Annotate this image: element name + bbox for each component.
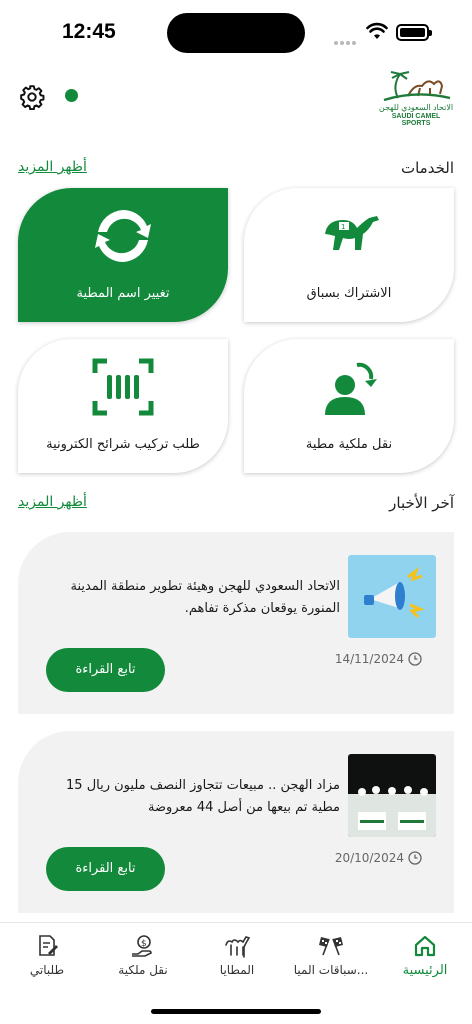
status-time: 12:45 — [62, 20, 116, 43]
tab-label: طلباتي — [29, 963, 65, 977]
chip-scan-icon — [92, 358, 154, 416]
services-more-link[interactable]: أظهر المزيد — [18, 159, 87, 175]
service-label: تغيير اسم المطية — [76, 286, 170, 301]
read-more-button[interactable]: تابع القراءة — [46, 648, 165, 692]
tab-ownership-transfer[interactable]: $ نقل ملكية — [96, 933, 190, 977]
tab-label: نقل ملكية — [118, 963, 168, 977]
service-card-electronic-chips[interactable]: طلب تركيب شرائح الكترونية — [18, 339, 228, 473]
svg-text:$: $ — [141, 939, 147, 949]
home-indicator — [151, 1009, 321, 1014]
tab-races[interactable]: سباقات الميا... — [284, 933, 378, 977]
read-more-button[interactable]: تابع القراءة — [46, 847, 165, 891]
news-card[interactable]: مزاد الهجن .. مبيعات تتجاوز النصف مليون … — [18, 731, 454, 913]
news-date-text: 20/10/2024 — [334, 851, 404, 865]
news-title: آخر الأخبار — [389, 494, 454, 512]
news-thumbnail-auction — [348, 754, 436, 837]
money-hand-icon: $ — [132, 935, 152, 957]
tab-label: الرئيسية — [402, 963, 448, 978]
home-icon — [414, 935, 436, 957]
news-headline: الاتحاد السعودي للهجن وهيئة تطوير منطقة … — [70, 579, 340, 616]
news-thumbnail-megaphone — [348, 555, 436, 638]
service-label: الاشتراك بسباق — [306, 286, 392, 301]
tab-my-requests[interactable]: طلباتي — [0, 933, 94, 977]
refresh-icon — [95, 210, 151, 262]
tab-camels[interactable]: المطايا — [190, 933, 284, 977]
signal-icon — [334, 30, 358, 49]
service-card-join-race[interactable]: 1 الاشتراك بسباق — [244, 188, 454, 322]
news-card[interactable]: الاتحاد السعودي للهجن وهيئة تطوير منطقة … — [18, 532, 454, 714]
wifi-icon — [366, 22, 388, 39]
tab-label: المطايا — [219, 963, 255, 977]
saudi-camel-sports-logo: الاتحاد السعودي للهجن SAUDI CAMEL SPORTS — [378, 68, 454, 127]
document-edit-icon — [39, 935, 58, 956]
logo-english-text: SAUDI CAMEL SPORTS — [391, 113, 441, 127]
service-label: نقل ملكية مطية — [305, 437, 393, 452]
settings-gear-icon[interactable] — [19, 84, 45, 110]
service-card-transfer-ownership[interactable]: نقل ملكية مطية — [244, 339, 454, 473]
news-date: 14/11/2024 — [335, 652, 422, 666]
camel-racing-icon: 1 — [325, 216, 379, 250]
race-flags-icon — [319, 937, 343, 956]
clock-icon — [408, 652, 422, 666]
logo-arabic-text: الاتحاد السعودي للهجن — [378, 103, 454, 112]
services-title: الخدمات — [400, 159, 454, 177]
svg-text:1: 1 — [341, 223, 345, 231]
dynamic-island — [167, 13, 305, 53]
user-transfer-icon — [325, 362, 377, 415]
battery-icon — [396, 24, 432, 41]
status-dot — [65, 89, 78, 102]
service-card-change-name[interactable]: تغيير اسم المطية — [18, 188, 228, 322]
news-date-text: 14/11/2024 — [334, 652, 404, 666]
tab-home[interactable]: الرئيسية — [378, 933, 472, 978]
clock-icon — [408, 851, 422, 865]
camel-icon — [225, 936, 251, 958]
news-more-link[interactable]: أظهر المزيد — [18, 494, 87, 510]
tab-label: سباقات الميا... — [293, 963, 369, 977]
service-label: طلب تركيب شرائح الكترونية — [46, 437, 200, 452]
news-date: 20/10/2024 — [335, 851, 422, 865]
news-headline: مزاد الهجن .. مبيعات تتجاوز النصف مليون … — [66, 778, 340, 815]
